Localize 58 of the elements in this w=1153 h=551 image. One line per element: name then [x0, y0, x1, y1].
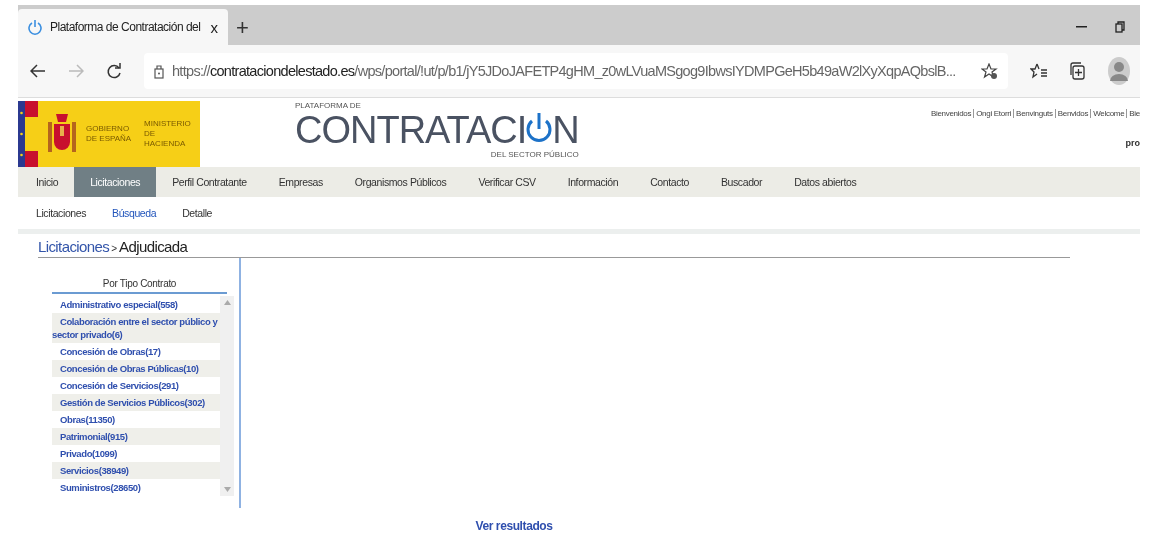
- ministry-name: MINISTERIO DE HACIENDA: [144, 119, 192, 149]
- filter-option[interactable]: Colaboración entre el sector público y sector privado(6): [52, 313, 220, 343]
- nav-tab[interactable]: Buscador: [704, 167, 779, 197]
- restore-icon[interactable]: [1115, 21, 1126, 33]
- tab-title: Plataforma de Contratación del: [50, 20, 202, 34]
- language-link[interactable]: Benvidos: [1054, 109, 1089, 118]
- filter-title: Por Tipo Contrato: [52, 278, 227, 294]
- nav-tab[interactable]: Verificar CSV: [462, 167, 552, 197]
- subnav-link[interactable]: Detalle: [182, 207, 213, 219]
- filter-option[interactable]: Privado(1099): [52, 445, 220, 462]
- power-icon: [28, 19, 42, 35]
- close-tab-button[interactable]: x: [210, 18, 218, 36]
- refresh-icon[interactable]: [106, 62, 122, 80]
- breadcrumb-current: Adjudicada: [119, 238, 188, 255]
- breadcrumb-link[interactable]: Licitaciones: [38, 238, 110, 255]
- logo-tagline: DEL SECTOR PÚBLICO: [490, 150, 579, 159]
- filter-option[interactable]: Concesión de Servicios(291): [52, 377, 220, 394]
- nav-tab[interactable]: Contacto: [634, 167, 705, 197]
- filter-option[interactable]: Servicios(38949): [52, 462, 220, 479]
- breadcrumb-separator: >: [111, 243, 118, 254]
- logo-text: CONTRATACI: [295, 110, 527, 150]
- results-link[interactable]: Ver resultados: [475, 519, 553, 533]
- language-link[interactable]: Benvinguts: [1013, 109, 1053, 118]
- language-link[interactable]: Ongi Etorri: [973, 109, 1012, 118]
- favorites-icon[interactable]: [1030, 63, 1048, 79]
- new-tab-button[interactable]: +: [236, 17, 249, 39]
- collections-icon[interactable]: [1070, 62, 1086, 80]
- logo-subtitle: PLATAFORMA DE: [295, 101, 362, 110]
- government-name: GOBIERNO DE ESPAÑA: [86, 124, 133, 144]
- address-bar[interactable]: https://contrataciondelestado.es/wps/portal/!ut/p/b1/jY5JDoJAFETP4gHM_z0wLVuaMSgog9IbwsIYDMPGeH5b49aW2lXyXqpAQbslB...: [144, 53, 1008, 89]
- avatar-icon[interactable]: [1108, 57, 1130, 85]
- browser-tab[interactable]: Plataforma de Contratación del x: [18, 9, 228, 45]
- filter-option[interactable]: Suministros(28650): [52, 479, 220, 496]
- nav-tab[interactable]: Licitaciones: [74, 167, 157, 197]
- language-link[interactable]: Bienvenidos: [930, 109, 972, 118]
- filter-option[interactable]: Concesión de Obras Públicas(10): [52, 360, 220, 377]
- filter-option[interactable]: Patrimonial(915): [52, 428, 220, 445]
- minimize-icon[interactable]: [1076, 26, 1087, 28]
- nav-tab[interactable]: Empresas: [262, 167, 339, 197]
- url-text: https://contrataciondelestado.es/wps/portal/!ut/p/b1/jY5JDoJAFETP4gHM_z0wLVuaMSgog9IbwsIYDMPGeH5b49aW2lXyXqpAQbslB...: [172, 63, 957, 79]
- filter-option[interactable]: Concesión de Obras(17): [52, 343, 220, 360]
- user-text: pro: [1125, 138, 1140, 148]
- filter-option[interactable]: Administrativo especial(558): [52, 296, 220, 313]
- add-favorite-icon[interactable]: [981, 62, 998, 80]
- nav-tab[interactable]: Inicio: [18, 167, 75, 197]
- back-icon[interactable]: [30, 64, 46, 78]
- nav-tab[interactable]: Organismos Públicos: [338, 167, 463, 197]
- lock-icon: [154, 63, 164, 79]
- nav-tab[interactable]: Perfil Contratante: [156, 167, 263, 197]
- nav-tab[interactable]: Información: [551, 167, 635, 197]
- logo-text: N: [552, 110, 579, 150]
- filter-option[interactable]: Obras(11350): [52, 411, 220, 428]
- nav-tab[interactable]: Datos abiertos: [778, 167, 873, 197]
- language-link[interactable]: Bie: [1126, 109, 1140, 118]
- language-link[interactable]: Welcome: [1090, 109, 1125, 118]
- subnav-link[interactable]: Licitaciones: [36, 207, 87, 219]
- subnav-link[interactable]: Búsqueda: [112, 207, 157, 219]
- filter-option[interactable]: Gestión de Servicios Públicos(302): [52, 394, 220, 411]
